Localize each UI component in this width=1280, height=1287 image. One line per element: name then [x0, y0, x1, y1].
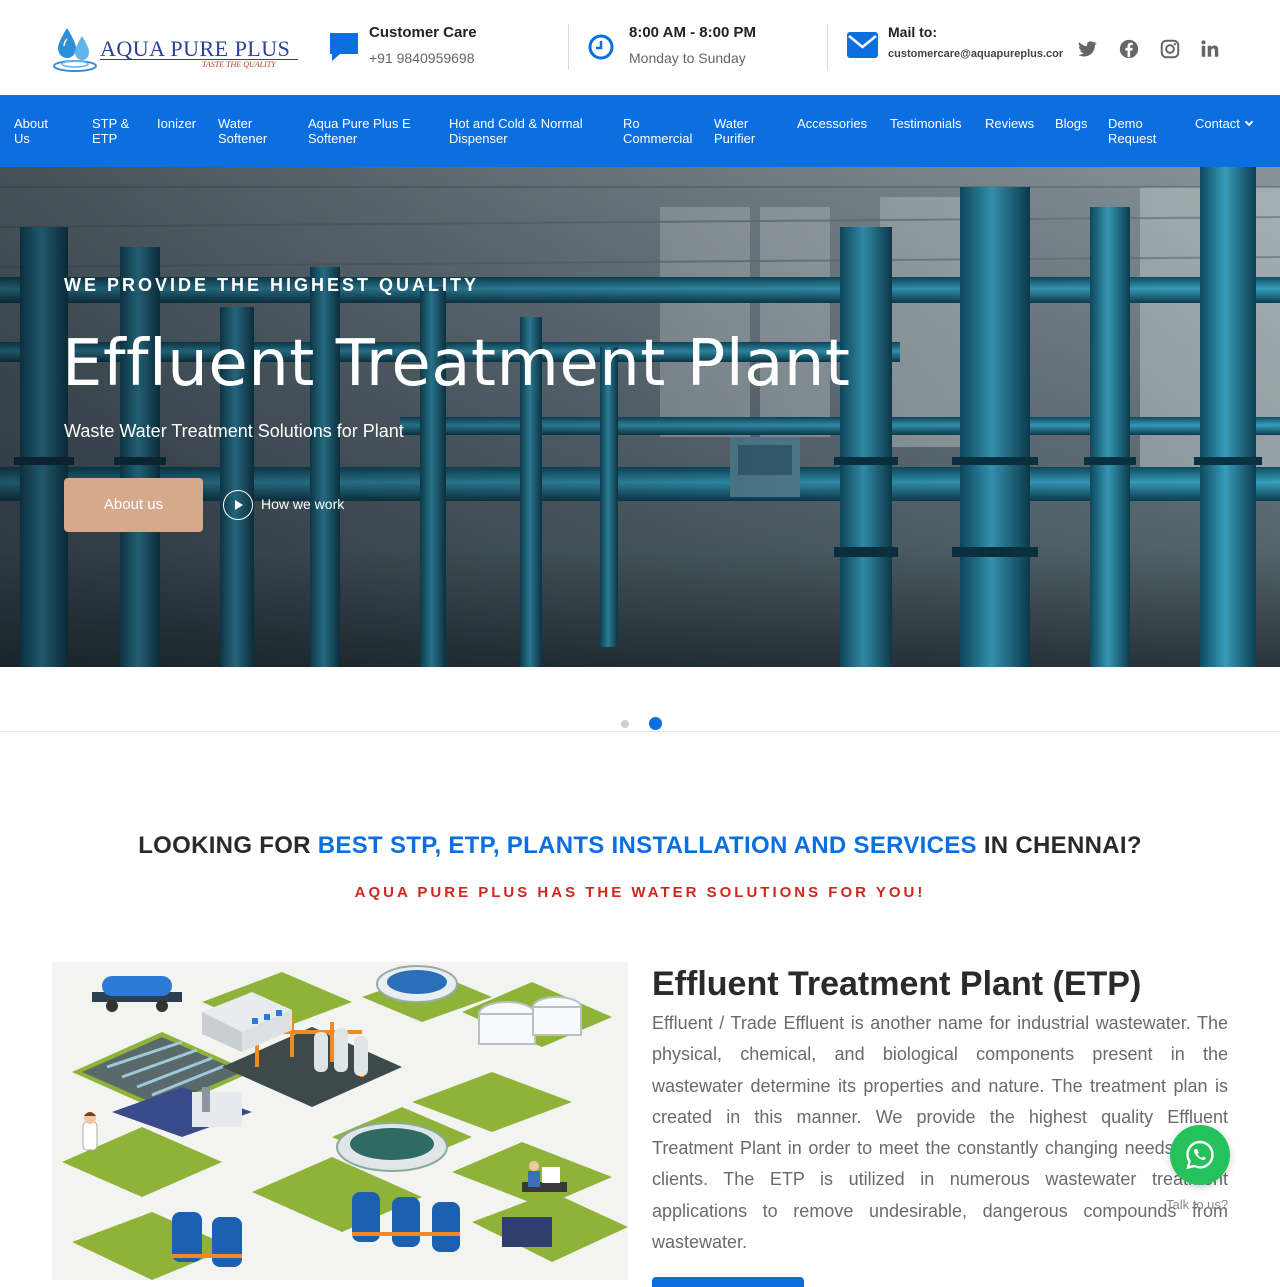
- chevron-down-icon: [1244, 117, 1254, 127]
- nav-item-dispenser[interactable]: Hot and Cold & Normal Dispenser: [449, 116, 583, 146]
- nav-label: About Us: [14, 116, 48, 146]
- hero-overlay: [0, 167, 1280, 667]
- etp-isometric-image: [52, 962, 628, 1280]
- about-us-button[interactable]: About us: [64, 478, 203, 532]
- headline-lead: LOOKING FOR: [138, 832, 318, 859]
- etp-title: Effluent Treatment Plant (ETP): [652, 965, 1142, 1003]
- twitter-icon[interactable]: [1076, 38, 1098, 60]
- water-drop-logo-icon: [53, 28, 97, 72]
- etp-illustration: [52, 962, 628, 1280]
- nav-item-e-softener[interactable]: Aqua Pure Plus E Softener: [308, 116, 411, 146]
- whatsapp-icon: [1186, 1140, 1214, 1170]
- header-divider: [827, 24, 828, 70]
- clock-icon: [588, 34, 614, 60]
- nav-item-ionizer[interactable]: Ionizer: [157, 116, 196, 131]
- customer-care-phone[interactable]: +91 9840959698: [369, 50, 475, 66]
- nav-label: Ro Commercial: [623, 116, 693, 146]
- nav-item-demo-request[interactable]: Demo Request: [1108, 116, 1156, 146]
- nav-label: Testimonials: [890, 116, 962, 131]
- mail-block: Mail to: customercare@aquapureplus.cor: [847, 20, 1069, 74]
- section-divider: [0, 731, 1280, 732]
- nav-label: Reviews: [985, 116, 1035, 131]
- header-divider: [568, 24, 569, 70]
- slider-dot-1[interactable]: [621, 720, 629, 728]
- nav-item-about-us[interactable]: About Us: [14, 116, 48, 146]
- hours-block: 8:00 AM - 8:00 PM Monday to Sunday: [588, 20, 808, 74]
- facebook-icon[interactable]: [1118, 38, 1140, 60]
- hours-title: 8:00 AM - 8:00 PM: [629, 24, 756, 41]
- nav-label: Water Softener: [218, 116, 268, 146]
- nav-item-accessories[interactable]: Accessories: [797, 116, 867, 131]
- etp-description: Effluent / Trade Effluent is another nam…: [652, 1013, 1228, 1253]
- headline-highlight: BEST STP, ETP, PLANTS INSTALLATION AND S…: [317, 832, 977, 859]
- nav-label: STP & ETP: [92, 116, 130, 146]
- nav-label: Ionizer: [157, 116, 197, 131]
- hero-kicker: WE PROVIDE THE HIGHEST QUALITY: [64, 275, 480, 295]
- nav-label: Contact: [1195, 116, 1240, 131]
- nav-item-blogs[interactable]: Blogs: [1055, 116, 1088, 131]
- customer-care-title: Customer Care: [369, 24, 477, 41]
- nav-label: Water Purifier: [714, 116, 756, 146]
- nav-label: Hot and Cold & Normal Dispenser: [449, 116, 583, 146]
- headline-tail: IN CHENNAI?: [976, 832, 1142, 859]
- hours-days: Monday to Sunday: [629, 50, 746, 66]
- slider-dots: [0, 716, 1280, 732]
- hero-slider: WE PROVIDE THE HIGHEST QUALITY Effluent …: [0, 167, 1280, 667]
- envelope-icon: [847, 32, 878, 58]
- linkedin-icon[interactable]: [1199, 38, 1221, 60]
- mail-title: Mail to:: [888, 24, 937, 40]
- top-header: AQUA PURE PLUS TASTE THE QUALITY Custome…: [0, 0, 1280, 95]
- play-icon: [235, 500, 243, 510]
- nav-label: Accessories: [797, 116, 868, 131]
- nav-item-ro-commercial[interactable]: Ro Commercial: [623, 116, 692, 146]
- whatsapp-chat-button[interactable]: [1170, 1125, 1230, 1185]
- main-nav: About Us STP & ETP Ionizer Water Softene…: [0, 95, 1280, 167]
- nav-item-reviews[interactable]: Reviews: [985, 116, 1034, 131]
- hero-subtitle: Waste Water Treatment Solutions for Plan…: [64, 421, 404, 441]
- how-we-work-link[interactable]: How we work: [261, 496, 344, 512]
- etp-read-more-button[interactable]: [652, 1277, 804, 1287]
- play-video-button[interactable]: [223, 490, 253, 520]
- nav-item-water-purifier[interactable]: Water Purifier: [714, 116, 755, 146]
- instagram-icon[interactable]: [1159, 38, 1181, 60]
- nav-label: Demo Request: [1108, 116, 1157, 146]
- nav-item-testimonials[interactable]: Testimonials: [890, 116, 962, 131]
- chat-bubble-icon: [330, 33, 358, 61]
- hero-title: Effluent Treatment Plant: [62, 327, 851, 401]
- whatsapp-label: Talk to us?: [1166, 1197, 1229, 1212]
- nav-label: Blogs: [1055, 116, 1088, 131]
- brand-tagline: TASTE THE QUALITY: [202, 60, 276, 69]
- nav-item-contact[interactable]: Contact: [1195, 116, 1254, 131]
- customer-care-block: Customer Care +91 9840959698: [328, 20, 558, 74]
- brand-logo[interactable]: AQUA PURE PLUS TASTE THE QUALITY: [52, 24, 300, 72]
- nav-item-stp-etp[interactable]: STP & ETP: [92, 116, 129, 146]
- mail-address[interactable]: customercare@aquapureplus.cor: [888, 48, 1063, 60]
- section-headline: LOOKING FOR BEST STP, ETP, PLANTS INSTAL…: [0, 832, 1280, 860]
- nav-label: Aqua Pure Plus E Softener: [308, 116, 411, 146]
- nav-item-water-softener[interactable]: Water Softener: [218, 116, 267, 146]
- section-subline: AQUA PURE PLUS HAS THE WATER SOLUTIONS F…: [354, 884, 926, 901]
- slider-dot-2[interactable]: [649, 717, 662, 730]
